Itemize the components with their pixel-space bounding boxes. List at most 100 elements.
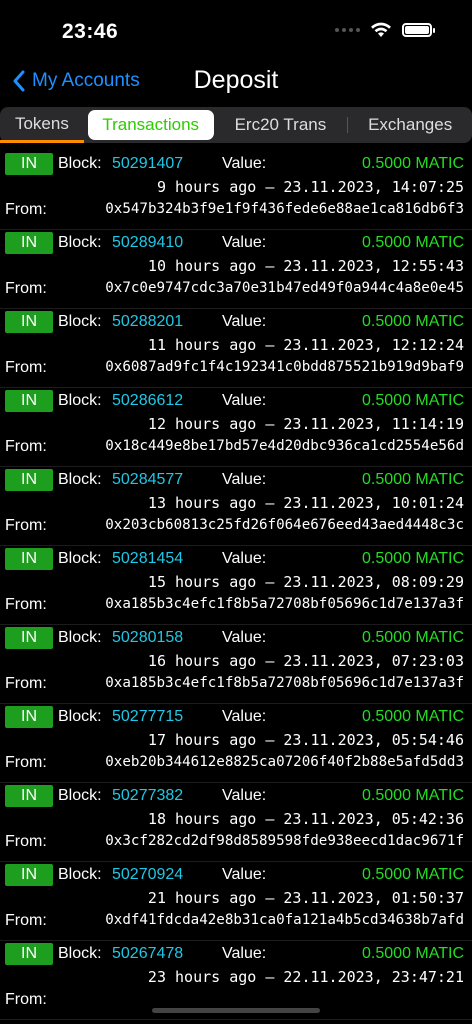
transaction-row[interactable]: IN Block: 50284577 Value: 0.5000 MATIC 13 hou… bbox=[0, 467, 472, 546]
block-label: Block: bbox=[58, 550, 102, 567]
transaction-time: 23 hours ago – 22.11.2023, 23:47:21 bbox=[147, 968, 464, 986]
direction-badge: IN bbox=[5, 548, 53, 570]
direction-badge: IN bbox=[5, 469, 53, 491]
from-address: 0x3cf282cd2df98d8589598fde938eecd1dac967… bbox=[105, 833, 464, 849]
battery-icon bbox=[402, 23, 435, 37]
block-label: Block: bbox=[58, 945, 102, 962]
block-label: Block: bbox=[58, 392, 102, 409]
cellular-signal-icon bbox=[335, 28, 360, 32]
block-label: Block: bbox=[58, 708, 102, 725]
from-address: 0x203cb60813c25fd26f064e676eed43aed4448c… bbox=[105, 517, 464, 533]
tab-bar: Tokens Transactions Erc20 Trans Exchange… bbox=[0, 107, 472, 143]
amount-value: 0.5000 MATIC bbox=[362, 945, 464, 962]
tab-tokens[interactable]: Tokens bbox=[0, 107, 84, 143]
amount-value: 0.5000 MATIC bbox=[362, 550, 464, 567]
transaction-row[interactable]: IN Block: 50270924 Value: 0.5000 MATIC 21 hou… bbox=[0, 862, 472, 941]
from-label: From: bbox=[5, 991, 47, 1008]
from-address: 0x6087ad9fc1f4c192341c0bdd875521b919d9ba… bbox=[105, 359, 464, 375]
amount-value: 0.5000 MATIC bbox=[362, 866, 464, 883]
transaction-row[interactable]: IN Block: 50289410 Value: 0.5000 MATIC 10 hou… bbox=[0, 230, 472, 309]
amount-value: 0.5000 MATIC bbox=[362, 392, 464, 409]
transaction-list[interactable]: IN Block: 50291407 Value: 0.5000 MATIC 9 hour… bbox=[0, 151, 472, 1020]
block-number: 50270924 bbox=[112, 866, 184, 883]
value-label: Value: bbox=[222, 392, 267, 409]
value-label: Value: bbox=[222, 708, 267, 725]
direction-badge: IN bbox=[5, 627, 53, 649]
transaction-time: 12 hours ago – 23.11.2023, 11:14:19 bbox=[147, 415, 464, 433]
transaction-row[interactable]: IN Block: 50288201 Value: 0.5000 MATIC 11 hou… bbox=[0, 309, 472, 388]
block-number: 50267478 bbox=[112, 945, 184, 962]
block-number: 50291407 bbox=[112, 155, 184, 172]
block-number: 50284577 bbox=[112, 471, 184, 488]
from-label: From: bbox=[5, 359, 47, 376]
transaction-row[interactable]: IN Block: 50277715 Value: 0.5000 MATIC 17 hou… bbox=[0, 704, 472, 783]
block-label: Block: bbox=[58, 471, 102, 488]
from-address: 0x18c449e8be17bd57e4d20dbc936ca1cd2554e5… bbox=[105, 438, 464, 454]
tab-transactions[interactable]: Transactions bbox=[87, 110, 214, 140]
from-label: From: bbox=[5, 675, 47, 692]
transaction-row[interactable]: IN Block: 50286612 Value: 0.5000 MATIC 12 hou… bbox=[0, 388, 472, 467]
value-label: Value: bbox=[222, 629, 267, 646]
status-time: 23:46 bbox=[62, 20, 119, 43]
value-label: Value: bbox=[222, 155, 267, 172]
direction-badge: IN bbox=[5, 864, 53, 886]
block-number: 50289410 bbox=[112, 234, 184, 251]
value-label: Value: bbox=[222, 471, 267, 488]
value-label: Value: bbox=[222, 945, 267, 962]
block-number: 50277715 bbox=[112, 708, 184, 725]
transaction-time: 17 hours ago – 23.11.2023, 05:54:46 bbox=[147, 731, 464, 749]
amount-value: 0.5000 MATIC bbox=[362, 313, 464, 330]
wifi-icon bbox=[371, 22, 391, 37]
transaction-row[interactable]: IN Block: 50280158 Value: 0.5000 MATIC 16 hou… bbox=[0, 625, 472, 704]
transaction-time: 21 hours ago – 23.11.2023, 01:50:37 bbox=[147, 889, 464, 907]
transaction-time: 16 hours ago – 23.11.2023, 07:23:03 bbox=[147, 652, 464, 670]
block-label: Block: bbox=[58, 629, 102, 646]
transaction-row[interactable]: IN Block: 50277382 Value: 0.5000 MATIC 18 hou… bbox=[0, 783, 472, 862]
direction-badge: IN bbox=[5, 943, 53, 965]
transaction-row[interactable]: IN Block: 50291407 Value: 0.5000 MATIC 9 hour… bbox=[0, 151, 472, 230]
direction-badge: IN bbox=[5, 311, 53, 333]
from-address: 0xa185b3c4efc1f8b5a72708bf05696c1d7e137a… bbox=[105, 675, 464, 691]
page-title: Deposit bbox=[193, 66, 279, 94]
block-number: 50280158 bbox=[112, 629, 184, 646]
nav-bar: My Accounts Deposit bbox=[0, 60, 472, 106]
from-label: From: bbox=[5, 201, 47, 218]
direction-badge: IN bbox=[5, 785, 53, 807]
from-address: 0xa185b3c4efc1f8b5a72708bf05696c1d7e137a… bbox=[105, 596, 464, 612]
status-bar: 23:46 bbox=[0, 0, 472, 60]
amount-value: 0.5000 MATIC bbox=[362, 471, 464, 488]
from-label: From: bbox=[5, 280, 47, 297]
direction-badge: IN bbox=[5, 232, 53, 254]
from-address: 0xeb20b344612e8825ca07206f40f2b88e5afd5d… bbox=[105, 754, 464, 770]
amount-value: 0.5000 MATIC bbox=[362, 155, 464, 172]
amount-value: 0.5000 MATIC bbox=[362, 234, 464, 251]
amount-value: 0.5000 MATIC bbox=[362, 787, 464, 804]
block-label: Block: bbox=[58, 787, 102, 804]
from-label: From: bbox=[5, 517, 47, 534]
from-address: 0x547b324b3f9e1f9f436fede6e88ae1ca816db6… bbox=[105, 201, 464, 217]
from-label: From: bbox=[5, 833, 47, 850]
from-address: 0xdf41fdcda42e8b31ca0fa121a4b5cd34638b7a… bbox=[105, 912, 464, 928]
direction-badge: IN bbox=[5, 153, 53, 175]
value-label: Value: bbox=[222, 550, 267, 567]
transaction-row[interactable]: IN Block: 50281454 Value: 0.5000 MATIC 15 hou… bbox=[0, 546, 472, 625]
block-label: Block: bbox=[58, 866, 102, 883]
home-indicator bbox=[152, 1008, 320, 1013]
value-label: Value: bbox=[222, 234, 267, 251]
transaction-time: 15 hours ago – 23.11.2023, 08:09:29 bbox=[147, 573, 464, 591]
status-icons bbox=[335, 22, 435, 38]
from-label: From: bbox=[5, 754, 47, 771]
block-label: Block: bbox=[58, 234, 102, 251]
transaction-time: 13 hours ago – 23.11.2023, 10:01:24 bbox=[147, 494, 464, 512]
direction-badge: IN bbox=[5, 706, 53, 728]
block-number: 50286612 bbox=[112, 392, 184, 409]
tab-erc20-trans[interactable]: Erc20 Trans bbox=[214, 110, 348, 140]
from-address: 0x7c0e9747cdc3a70e31b47ed49f0a944c4a8e0e… bbox=[105, 280, 464, 296]
amount-value: 0.5000 MATIC bbox=[362, 629, 464, 646]
transaction-time: 18 hours ago – 23.11.2023, 05:42:36 bbox=[147, 810, 464, 828]
block-number: 50288201 bbox=[112, 313, 184, 330]
value-label: Value: bbox=[222, 866, 267, 883]
transaction-time: 11 hours ago – 23.11.2023, 12:12:24 bbox=[147, 336, 464, 354]
value-label: Value: bbox=[222, 787, 267, 804]
tab-exchanges[interactable]: Exchanges bbox=[348, 110, 472, 140]
